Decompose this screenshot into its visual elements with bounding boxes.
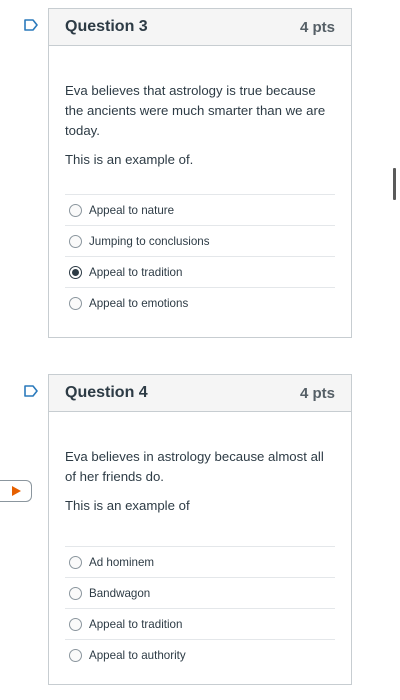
radio-button[interactable] bbox=[69, 296, 82, 310]
answer-option[interactable]: Appeal to tradition bbox=[65, 257, 335, 288]
play-arrow-icon bbox=[11, 486, 21, 496]
question-points: 4 pts bbox=[299, 384, 335, 402]
radio-button[interactable] bbox=[69, 648, 82, 662]
answer-label[interactable]: Appeal to nature bbox=[89, 204, 174, 217]
question-title: Question 4 bbox=[65, 384, 148, 401]
question-header: Question 4 4 pts bbox=[49, 375, 351, 412]
answer-label[interactable]: Jumping to conclusions bbox=[89, 235, 210, 248]
radio-button[interactable] bbox=[69, 555, 82, 569]
question-text: Eva believes in astrology because almost… bbox=[65, 449, 324, 484]
answer-option[interactable]: Appeal to nature bbox=[65, 195, 335, 226]
answer-label[interactable]: Bandwagon bbox=[89, 587, 150, 600]
flag-question-4-icon[interactable] bbox=[24, 385, 38, 397]
question-points: 4 pts bbox=[299, 18, 335, 36]
answer-option[interactable]: Jumping to conclusions bbox=[65, 226, 335, 257]
answer-list: Ad hominem Bandwagon Appeal to tradition… bbox=[65, 546, 335, 670]
question-prompt: This is an example of bbox=[65, 498, 190, 513]
radio-button[interactable] bbox=[69, 586, 82, 600]
scroll-indicator[interactable] bbox=[393, 168, 396, 200]
question-3-card: Question 3 4 pts Eva believes that astro… bbox=[48, 8, 352, 338]
radio-button-selected[interactable] bbox=[69, 265, 82, 279]
answer-option[interactable]: Appeal to tradition bbox=[65, 609, 335, 640]
side-panel-toggle[interactable] bbox=[0, 480, 32, 502]
answer-option[interactable]: Ad hominem bbox=[65, 547, 335, 578]
answer-label[interactable]: Appeal to tradition bbox=[89, 266, 182, 279]
question-title: Question 3 bbox=[65, 18, 148, 35]
question-body: Eva believes in astrology because almost… bbox=[49, 412, 351, 670]
question-body: Eva believes that astrology is true beca… bbox=[49, 46, 351, 318]
question-header: Question 3 4 pts bbox=[49, 9, 351, 46]
question-prompt: This is an example of. bbox=[65, 152, 194, 167]
answer-label[interactable]: Appeal to authority bbox=[89, 649, 186, 662]
answer-option[interactable]: Appeal to emotions bbox=[65, 288, 335, 318]
radio-button[interactable] bbox=[69, 203, 82, 217]
question-text: Eva believes that astrology is true beca… bbox=[65, 83, 326, 138]
flag-question-3-icon[interactable] bbox=[24, 19, 38, 31]
radio-button[interactable] bbox=[69, 617, 82, 631]
radio-button[interactable] bbox=[69, 234, 82, 248]
question-4-card: Question 4 4 pts Eva believes in astrolo… bbox=[48, 374, 352, 685]
answer-option[interactable]: Appeal to authority bbox=[65, 640, 335, 670]
answer-label[interactable]: Ad hominem bbox=[89, 556, 154, 569]
quiz-page: Question 3 4 pts Eva believes that astro… bbox=[0, 0, 400, 700]
answer-label[interactable]: Appeal to tradition bbox=[89, 618, 182, 631]
answer-option[interactable]: Bandwagon bbox=[65, 578, 335, 609]
answer-list: Appeal to nature Jumping to conclusions … bbox=[65, 194, 335, 318]
answer-label[interactable]: Appeal to emotions bbox=[89, 297, 188, 310]
